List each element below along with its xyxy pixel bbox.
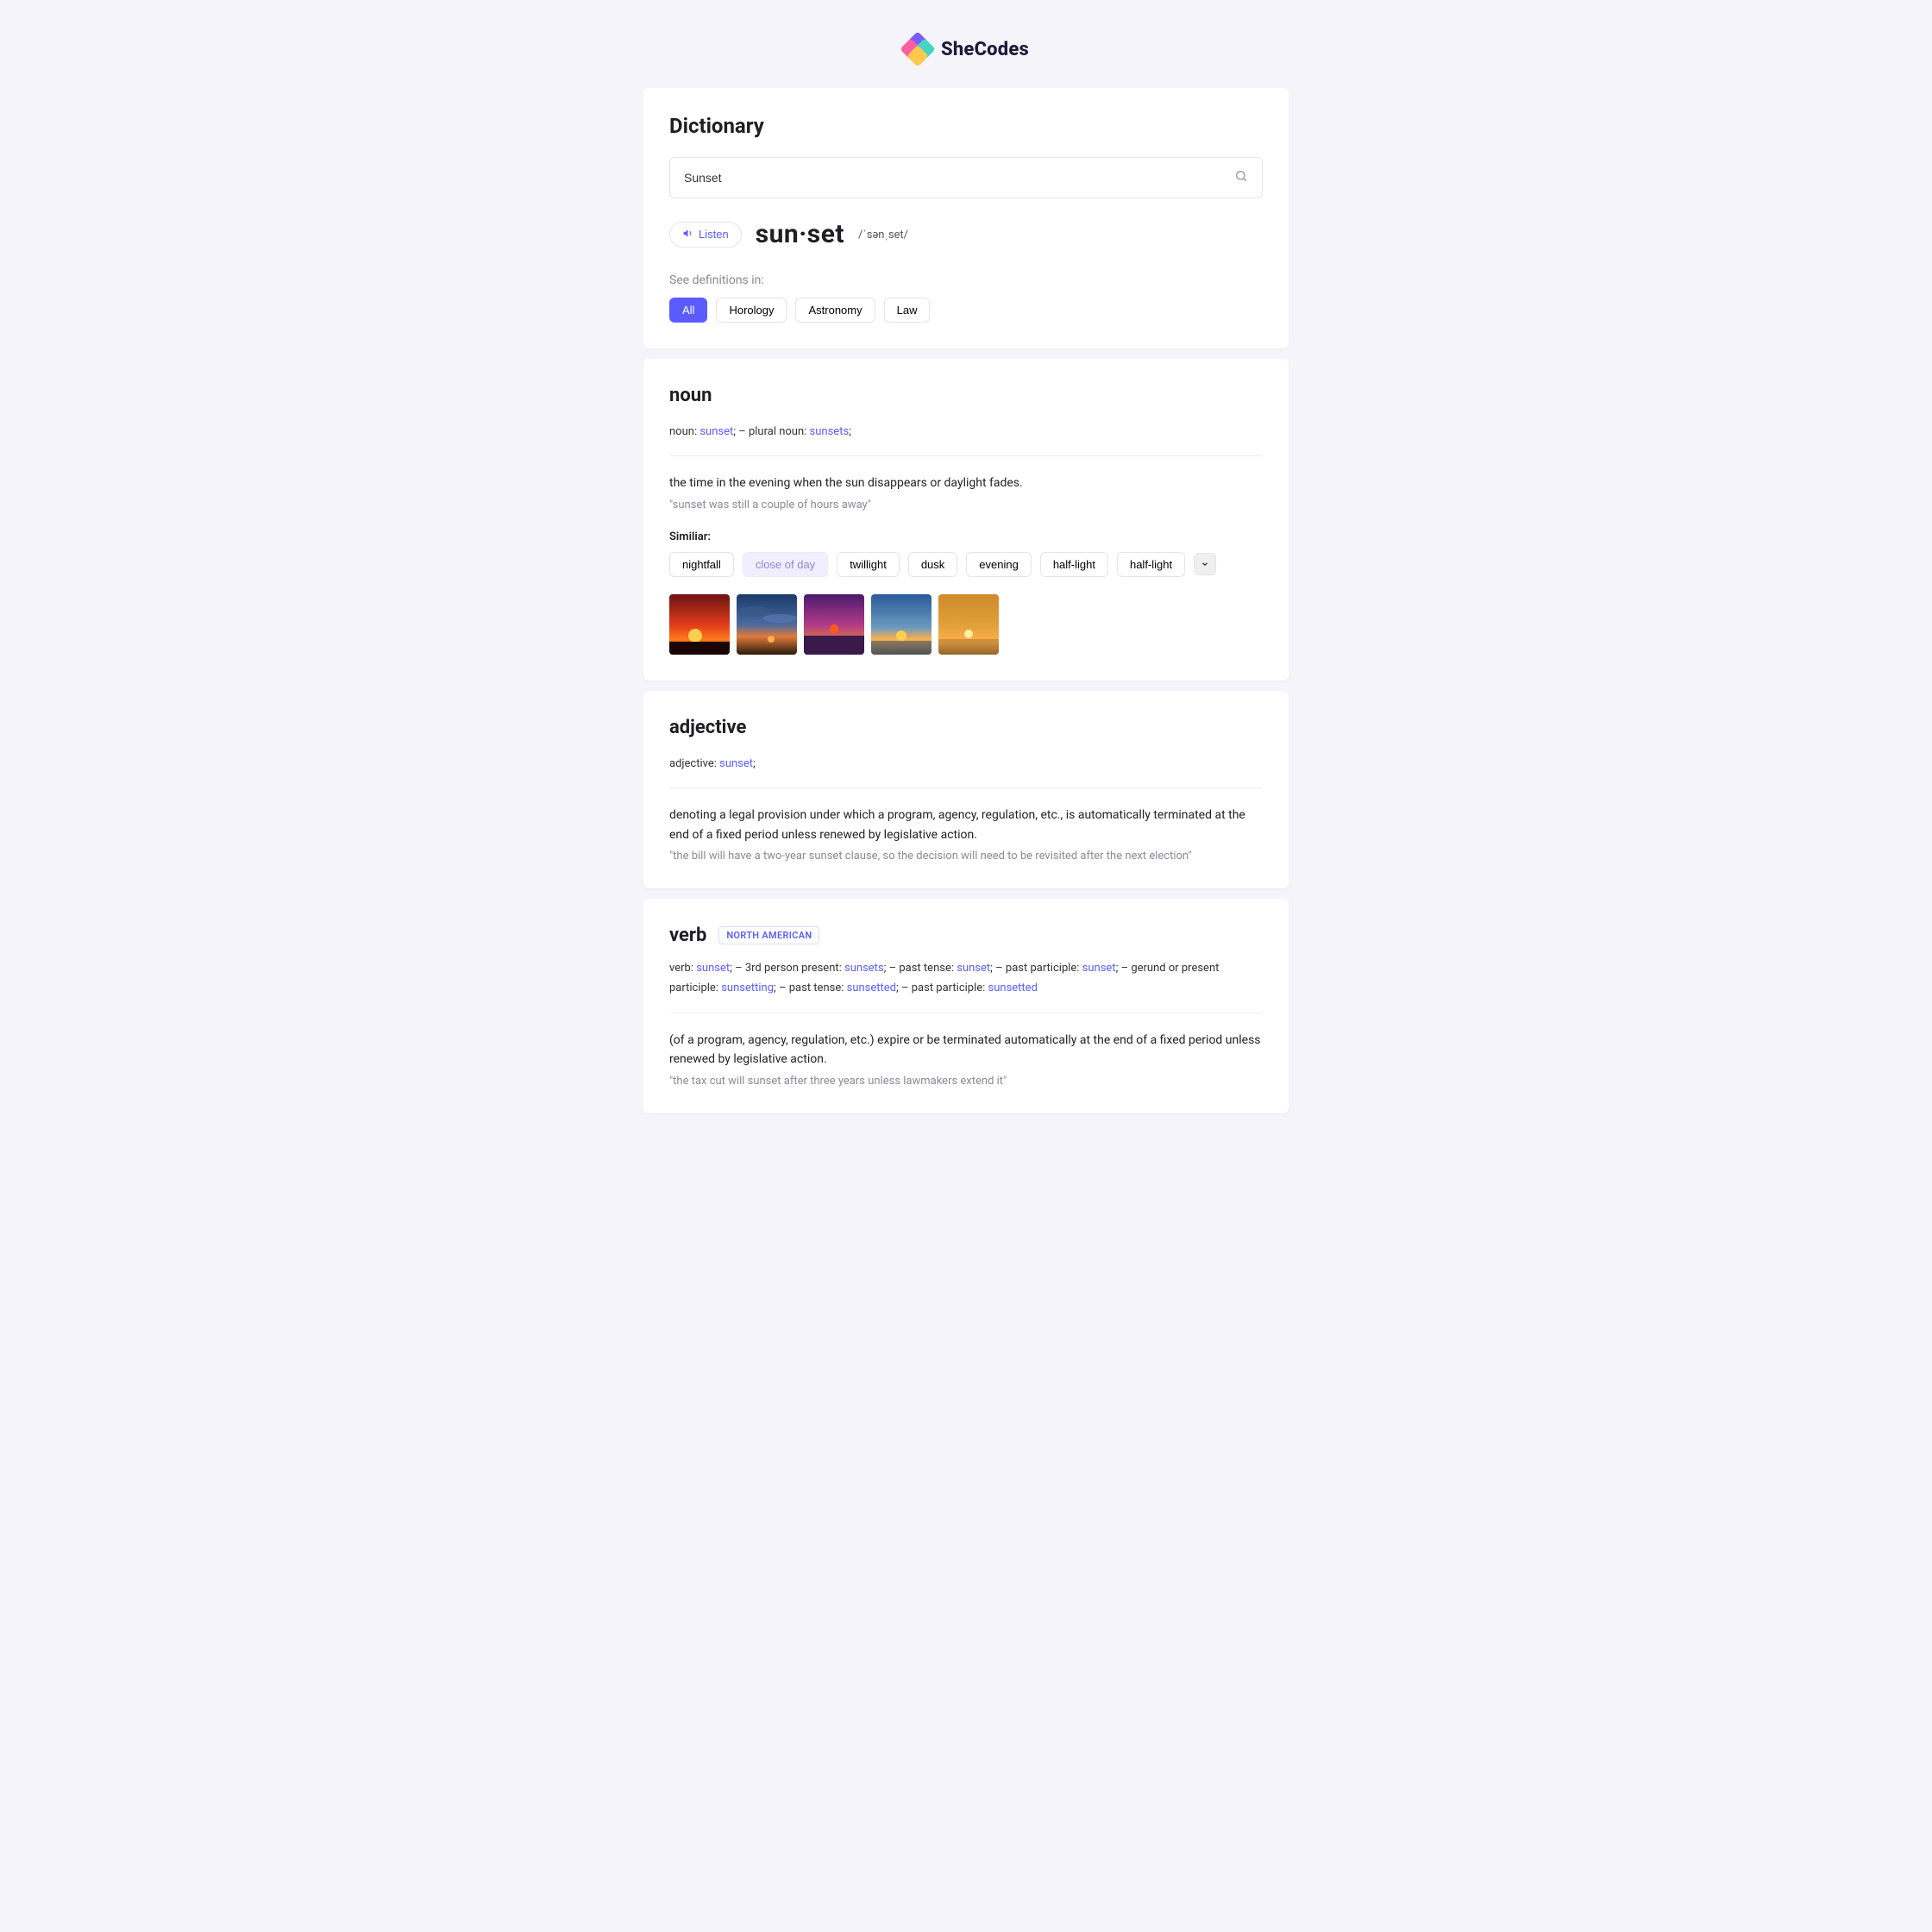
sunset-thumbnail[interactable] bbox=[669, 594, 730, 655]
pos-heading-verb: verb bbox=[669, 925, 706, 946]
category-pill[interactable]: Law bbox=[884, 298, 931, 323]
verb-definition: (of a program, agency, regulation, etc.)… bbox=[669, 1031, 1263, 1070]
similar-pill[interactable]: close of day bbox=[743, 552, 828, 577]
adjective-example: "the bill will have a two-year sunset cl… bbox=[669, 850, 1263, 862]
noun-forms: noun: sunset; – plural noun: sunsets; bbox=[669, 422, 1263, 442]
noun-example: "sunset was still a couple of hours away… bbox=[669, 499, 1263, 511]
similar-pill[interactable]: evening bbox=[966, 552, 1032, 577]
sunset-thumbnail[interactable] bbox=[871, 594, 932, 655]
verb-card: verb NORTH AMERICAN verb: sunset; – 3rd … bbox=[643, 899, 1289, 1113]
search-input[interactable] bbox=[684, 171, 1234, 185]
similar-row: nightfall close of day twillight dusk evenin… bbox=[669, 552, 1263, 577]
listen-label: Listen bbox=[699, 228, 729, 241]
search-box[interactable] bbox=[669, 157, 1263, 198]
brand-logo: SheCodes bbox=[643, 34, 1289, 64]
category-pill[interactable]: All bbox=[669, 298, 707, 323]
image-thumbnails bbox=[669, 594, 1263, 655]
search-icon[interactable] bbox=[1234, 169, 1248, 186]
similar-pill[interactable]: twillight bbox=[837, 552, 900, 577]
sunset-thumbnail[interactable] bbox=[938, 594, 999, 655]
noun-definition: the time in the evening when the sun dis… bbox=[669, 474, 1263, 492]
sunset-thumbnail[interactable] bbox=[804, 594, 864, 655]
headword: sun·set bbox=[756, 219, 844, 249]
noun-card: noun noun: sunset; – plural noun: sunset… bbox=[643, 359, 1289, 681]
similar-pill[interactable]: dusk bbox=[908, 552, 957, 577]
region-tag: NORTH AMERICAN bbox=[718, 926, 819, 944]
adjective-card: adjective adjective: sunset; denoting a … bbox=[643, 691, 1289, 888]
pos-heading-noun: noun bbox=[669, 385, 1263, 406]
similar-label: Similiar: bbox=[669, 530, 1263, 543]
brand-name: SheCodes bbox=[941, 39, 1029, 60]
similar-pill[interactable]: nightfall bbox=[669, 552, 734, 577]
category-pill[interactable]: Horology bbox=[716, 298, 787, 323]
speaker-icon bbox=[682, 228, 693, 242]
adjective-forms: adjective: sunset; bbox=[669, 754, 1263, 774]
page-title: Dictionary bbox=[669, 114, 1263, 138]
header-card: Dictionary Listen sun·set /ˈsənˌset/ See… bbox=[643, 88, 1289, 348]
verb-forms: verb: sunset; – 3rd person present: suns… bbox=[669, 958, 1263, 999]
sunset-thumbnail[interactable] bbox=[737, 594, 797, 655]
similar-pill[interactable]: half-light bbox=[1040, 552, 1108, 577]
pos-heading-adjective: adjective bbox=[669, 717, 1263, 738]
listen-button[interactable]: Listen bbox=[669, 222, 742, 248]
verb-example: "the tax cut will sunset after three yea… bbox=[669, 1075, 1263, 1088]
category-pill[interactable]: Astronomy bbox=[795, 298, 875, 323]
expand-similar-button[interactable] bbox=[1194, 553, 1216, 575]
category-row: All Horology Astronomy Law bbox=[669, 298, 1263, 323]
adjective-definition: denoting a legal provision under which a… bbox=[669, 806, 1263, 844]
brand-mark-icon bbox=[903, 34, 932, 64]
see-definitions-label: See definitions in: bbox=[669, 273, 1263, 287]
similar-pill[interactable]: half-light bbox=[1117, 552, 1185, 577]
pronunciation: /ˈsənˌset/ bbox=[858, 228, 908, 242]
